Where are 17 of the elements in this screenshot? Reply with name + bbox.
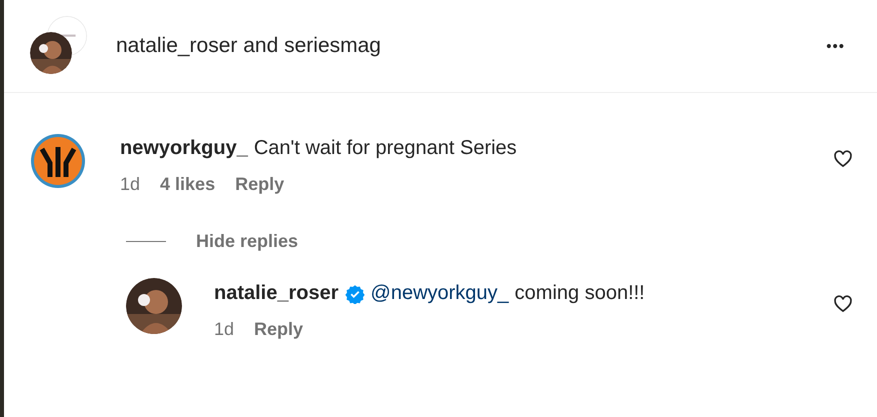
reply-button[interactable]: Reply	[235, 174, 284, 195]
hide-replies-button[interactable]: Hide replies	[196, 231, 298, 252]
likes-count[interactable]: 4 likes	[160, 174, 216, 195]
like-button[interactable]	[833, 149, 853, 169]
mention-link[interactable]: @newyorkguy_	[370, 282, 509, 305]
username-link[interactable]: natalie_roser	[214, 282, 339, 305]
comment-time: 1d	[214, 319, 234, 340]
reply-button[interactable]: Reply	[254, 319, 304, 340]
post-authors: natalie_roser and seriesmag	[116, 34, 382, 58]
avatar[interactable]	[30, 133, 86, 189]
more-options-button[interactable]: •••	[826, 38, 845, 54]
comment-text: coming soon!!!	[514, 282, 645, 305]
comment-text: Can't wait for pregnant Series	[254, 137, 517, 160]
like-button[interactable]	[833, 294, 853, 314]
comment-time: 1d	[120, 174, 140, 195]
username-link[interactable]: newyorkguy_	[120, 137, 248, 160]
avatar[interactable]	[30, 32, 72, 74]
